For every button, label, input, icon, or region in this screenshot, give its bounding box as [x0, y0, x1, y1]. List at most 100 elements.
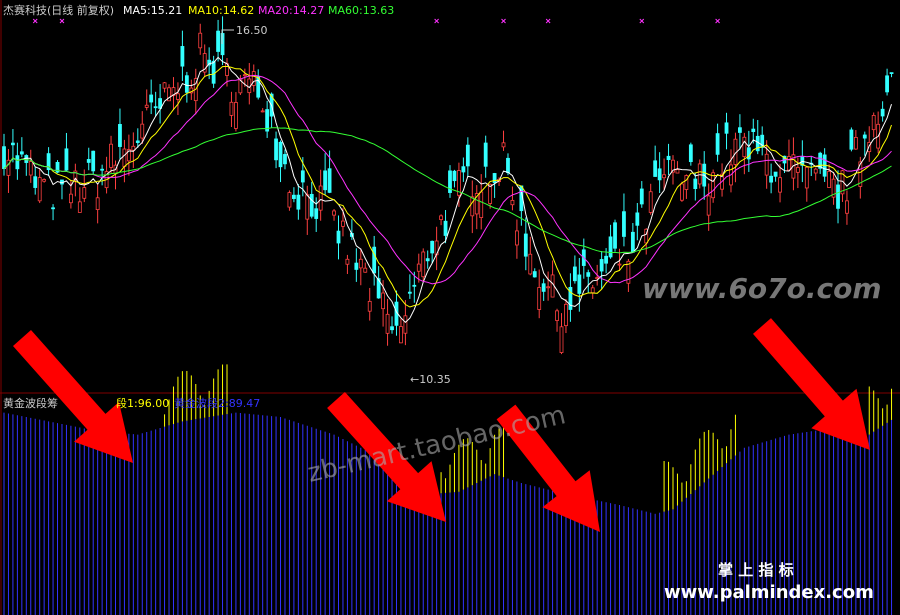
- candle: [559, 313, 564, 355]
- candle: [15, 142, 20, 180]
- candle: [376, 266, 381, 299]
- candle: [492, 172, 497, 198]
- candle-body: [309, 193, 314, 217]
- candle: [876, 111, 881, 154]
- candle-body: [871, 115, 876, 131]
- candle-body: [724, 122, 729, 134]
- candle: [510, 186, 515, 211]
- candle: [251, 64, 256, 92]
- candle: [608, 224, 613, 259]
- candle: [635, 203, 640, 241]
- candle: [91, 150, 96, 175]
- candle-body: [367, 300, 372, 312]
- candle-body: [764, 153, 769, 176]
- candle-body: [341, 220, 345, 227]
- candle: [220, 16, 225, 66]
- candle-body: [465, 144, 470, 167]
- candle: [733, 132, 738, 183]
- watermark-brand: 掌 上 指 标: [718, 561, 794, 579]
- candle: [528, 236, 533, 276]
- low-price-label: ←10.35: [410, 373, 451, 386]
- candle-body: [608, 236, 613, 258]
- candle: [653, 145, 658, 177]
- ma10-label: MA10:14.62: [188, 4, 254, 17]
- ma20-label: MA20:14.27: [258, 4, 324, 17]
- candle: [193, 68, 198, 115]
- candle: [675, 161, 680, 174]
- candle: [572, 255, 577, 284]
- candle: [724, 112, 729, 150]
- candle-body: [515, 230, 519, 246]
- candle: [234, 92, 238, 132]
- candle-body: [24, 155, 29, 163]
- candle: [889, 72, 894, 78]
- candle-body: [318, 185, 323, 211]
- candle: [318, 169, 323, 221]
- candle-body: [33, 176, 38, 188]
- candle: [862, 131, 867, 156]
- candle-body: [635, 212, 640, 226]
- candle: [24, 154, 29, 176]
- candle-body: [845, 200, 849, 214]
- candle: [613, 219, 617, 252]
- candle-body: [296, 194, 301, 210]
- watermark-6o7o: www.6o7o.com: [642, 272, 882, 305]
- candle: [622, 193, 626, 247]
- candle: [778, 163, 782, 203]
- candle: [332, 209, 336, 221]
- candle-body: [483, 142, 488, 167]
- candle-body: [688, 144, 693, 163]
- candle: [202, 44, 207, 77]
- candle: [118, 108, 122, 159]
- candle: [390, 316, 394, 334]
- candle-body: [11, 142, 15, 146]
- candle: [546, 271, 551, 301]
- candle-body: [662, 174, 666, 179]
- candle-body: [109, 143, 113, 168]
- candle: [46, 147, 51, 176]
- stock-chart: 杰赛科技(日线 前复权) MA5:15.21 MA10:14.62 MA20:1…: [0, 0, 900, 615]
- candle-body: [260, 110, 265, 113]
- candle-body: [443, 220, 448, 236]
- candle-body: [590, 287, 595, 294]
- candle: [64, 132, 69, 171]
- candle-body: [314, 208, 319, 219]
- candle-body: [523, 233, 528, 257]
- candle-body: [287, 192, 292, 208]
- candle-body: [242, 74, 247, 77]
- candle-body: [528, 253, 533, 275]
- candle-body: [82, 187, 87, 199]
- candle: [586, 269, 591, 293]
- candle-body: [135, 140, 140, 143]
- candle: [439, 214, 443, 226]
- top-marker: [501, 18, 506, 24]
- candle: [323, 153, 328, 196]
- candle-body: [795, 167, 800, 173]
- candle-body: [470, 196, 475, 217]
- candle: [135, 128, 140, 148]
- candle-body: [577, 274, 582, 294]
- candle-body: [28, 161, 33, 176]
- candle-body: [122, 148, 127, 167]
- candle: [809, 156, 814, 177]
- candle: [680, 181, 684, 202]
- ma5-label: MA5:15.21: [123, 4, 182, 17]
- candle: [283, 149, 287, 170]
- candle-body: [403, 315, 408, 334]
- candle: [791, 137, 796, 191]
- candle: [354, 248, 359, 282]
- candle-body: [64, 148, 69, 171]
- candle: [184, 71, 189, 103]
- top-markers: [32, 18, 720, 24]
- indicator-band2-label: 黄金波段2:89.47: [174, 396, 260, 410]
- candle-body: [742, 136, 747, 158]
- candle-body: [555, 310, 559, 321]
- candle: [693, 172, 698, 201]
- candle: [434, 226, 439, 271]
- candle: [19, 137, 24, 158]
- candle-body: [648, 191, 653, 213]
- candle-body: [234, 102, 238, 129]
- candle: [760, 126, 765, 156]
- candle-body: [787, 156, 791, 171]
- candle: [95, 184, 100, 224]
